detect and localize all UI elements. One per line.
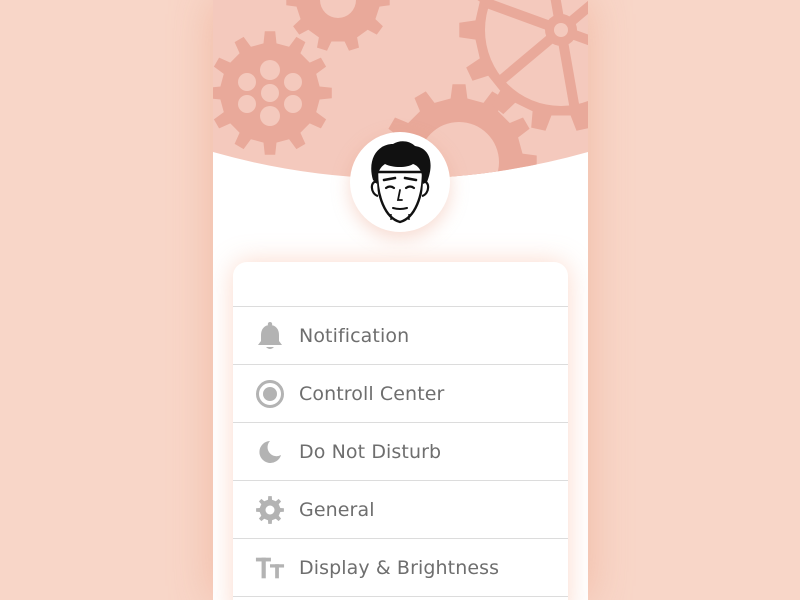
menu-item-label: Do Not Disturb (299, 440, 442, 463)
menu-item-notification[interactable]: Notification (233, 307, 568, 365)
avatar[interactable] (350, 132, 450, 232)
menu-item-label: Display & Brightness (299, 556, 500, 579)
bell-icon (255, 321, 285, 351)
menu-item-controll-center[interactable]: Controll Center (233, 365, 568, 423)
card-header (233, 262, 568, 307)
menu-item-label: General (299, 498, 375, 521)
menu-item-display-brightness[interactable]: Display & Brightness (233, 539, 568, 597)
menu-item-do-not-disturb[interactable]: Do Not Disturb (233, 423, 568, 481)
menu-item-label: Controll Center (299, 382, 445, 405)
gear-icon (255, 495, 285, 525)
settings-menu: Notification Controll Center Do Not Dist… (233, 307, 568, 597)
avatar-face-icon (370, 141, 431, 224)
phone-screen: Notification Controll Center Do Not Dist… (213, 0, 588, 600)
text-size-icon (255, 553, 285, 583)
moon-icon (255, 437, 285, 467)
menu-item-general[interactable]: General (233, 481, 568, 539)
background: Notification Controll Center Do Not Dist… (0, 0, 800, 600)
control-center-icon (255, 379, 285, 409)
settings-card: Notification Controll Center Do Not Dist… (233, 262, 568, 600)
menu-item-label: Notification (299, 324, 410, 347)
